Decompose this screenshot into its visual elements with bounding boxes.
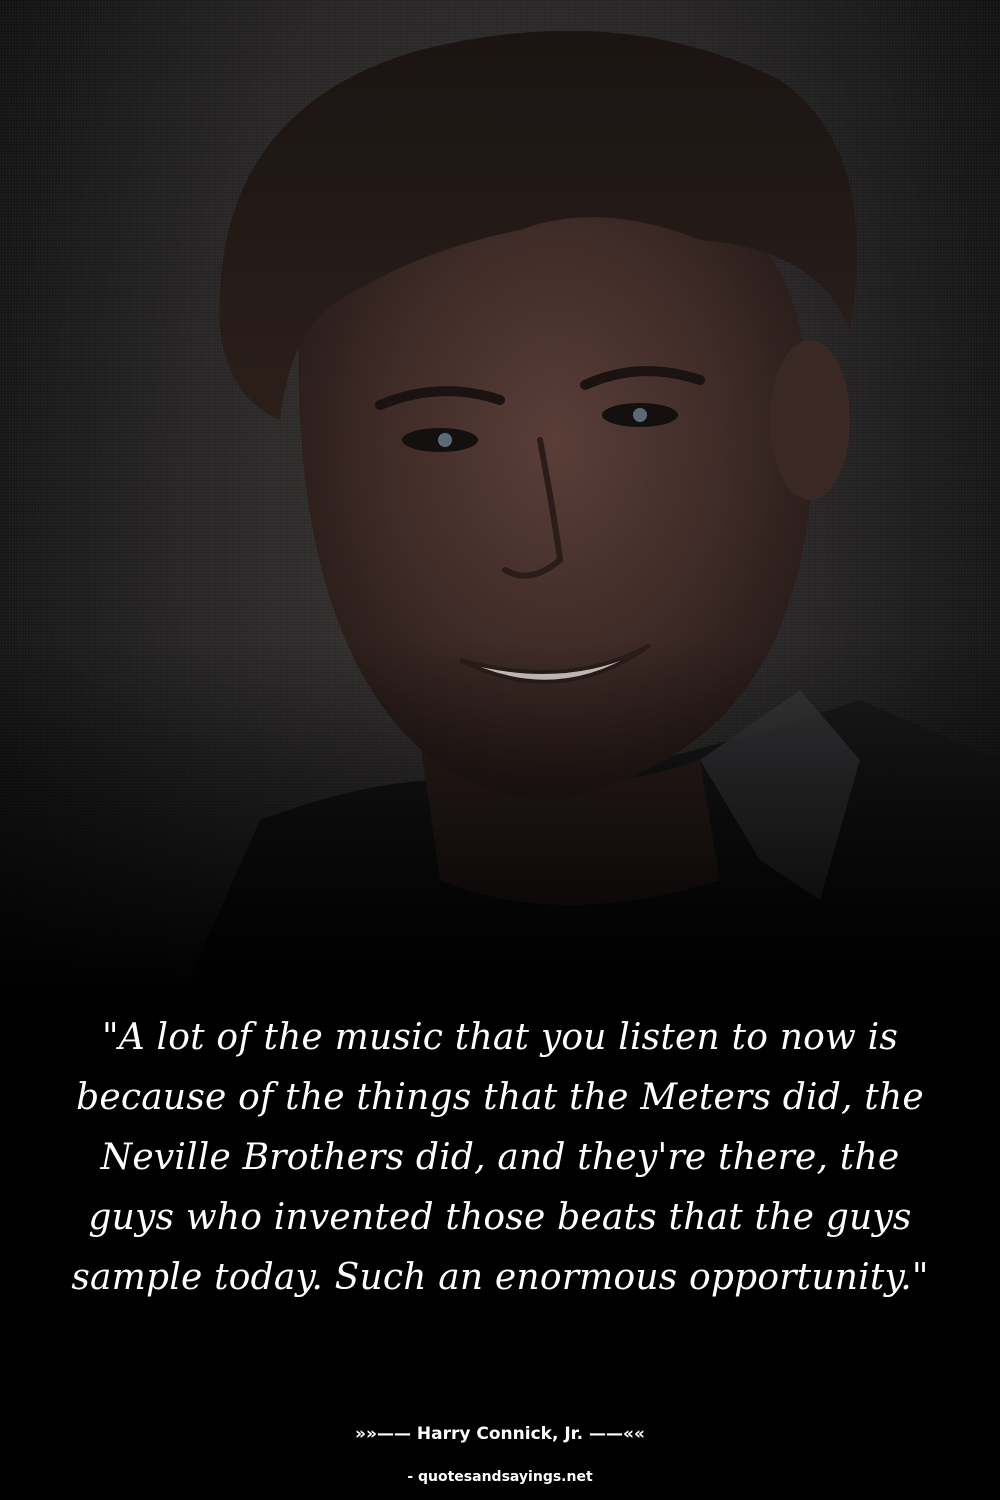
author-attribution: »»—— Harry Connick, Jr. ——«« [355, 1424, 645, 1444]
quote-text: "A lot of the music that you listen to n… [71, 1017, 929, 1298]
bottom-fade [0, 640, 1000, 1000]
left-iris [438, 433, 452, 447]
right-iris [633, 408, 647, 422]
ear-shape [770, 340, 850, 500]
quote-poster: "A lot of the music that you listen to n… [0, 0, 1000, 1500]
source-credit: - quotesandsayings.net [407, 1469, 593, 1485]
